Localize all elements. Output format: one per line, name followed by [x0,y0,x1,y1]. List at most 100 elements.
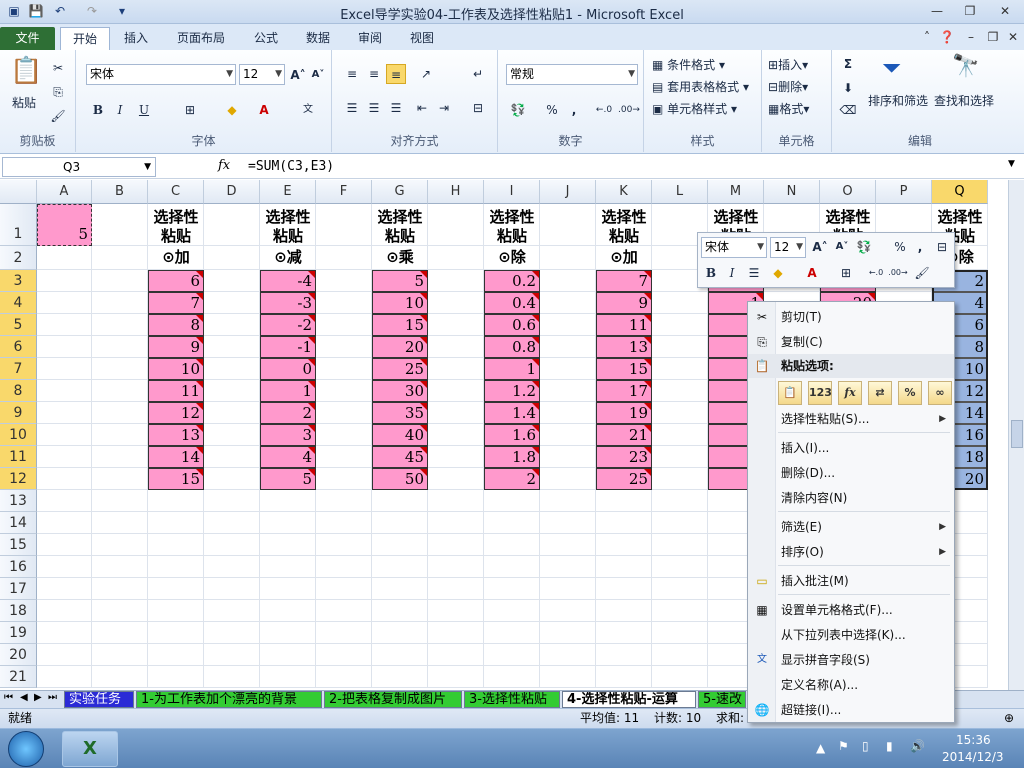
grid-cell[interactable] [37,512,92,534]
data-cell-col_k[interactable]: 25 [596,468,652,490]
grid-cell[interactable] [428,314,484,336]
grid-cell[interactable] [37,644,92,666]
grid-cell[interactable] [37,534,92,556]
grid-cell[interactable] [484,490,540,512]
column-header-d[interactable]: D [204,180,260,204]
grid-cell[interactable] [37,402,92,424]
mini-comma-button[interactable]: , [910,237,930,257]
data-cell-col_i[interactable]: 1.8 [484,446,540,468]
mini-merge-icon[interactable]: ⊟ [932,237,952,257]
grid-cell[interactable] [316,666,372,688]
data-cell-col_c[interactable]: 11 [148,380,204,402]
grid-cell[interactable] [37,666,92,688]
data-cell-col_k[interactable]: 17 [596,380,652,402]
column-header-p[interactable]: P [876,180,932,204]
row-header-17[interactable]: 17 [0,578,37,600]
grid-cell[interactable] [372,644,428,666]
grid-cell[interactable] [316,270,372,292]
data-cell-col_c[interactable]: 12 [148,402,204,424]
data-cell-col_g[interactable]: 20 [372,336,428,358]
comma-style-button[interactable]: , [564,100,584,120]
mini-italic-icon[interactable]: I [722,263,742,283]
data-cell-col_g[interactable]: 30 [372,380,428,402]
row-header-12[interactable]: 12 [0,468,37,490]
mini-format-painter-icon[interactable]: 🖌 [912,263,932,283]
grid-cell[interactable] [652,578,708,600]
row-header-1[interactable]: 1 [0,204,37,246]
italic-icon[interactable]: I [110,100,130,120]
data-cell-col_e[interactable]: 5 [260,468,316,490]
grid-cell[interactable] [372,622,428,644]
grid-cell[interactable] [540,292,596,314]
autosum-icon[interactable]: Σ [838,54,858,74]
row-header-3[interactable]: 3 [0,270,37,292]
align-center-icon[interactable]: ☰ [364,98,384,118]
paste-option-link-icon[interactable]: ∞ [928,381,952,405]
data-cell-col_k[interactable]: 21 [596,424,652,446]
first-sheet-icon[interactable]: ⏮ [4,692,13,703]
grid-cell[interactable] [316,512,372,534]
format-painter-icon[interactable]: 🖌 [48,106,68,126]
paste-option-default-icon[interactable]: 📋 [778,381,802,405]
grid-cell[interactable] [652,336,708,358]
column-header-n[interactable]: N [764,180,820,204]
grid-cell[interactable] [204,424,260,446]
format-as-table-button[interactable]: ▤ 套用表格格式 ▾ [652,78,749,95]
grid-cell[interactable] [316,446,372,468]
menu-phonetic[interactable]: 文 显示拼音字段(S) [748,648,954,672]
menu-paste-special[interactable]: 选择性粘贴(S)... ▶ [748,407,954,431]
grid-cell[interactable] [260,556,316,578]
align-right-icon[interactable]: ☰ [386,98,406,118]
grid-cell[interactable] [540,534,596,556]
align-bottom-icon[interactable]: ≡ [386,64,406,84]
flag-icon[interactable]: ⚑ [838,739,849,753]
data-cell-col_i[interactable]: 2 [484,468,540,490]
grid-cell[interactable] [260,600,316,622]
grid-cell[interactable] [148,644,204,666]
data-cell-col_e[interactable]: 2 [260,402,316,424]
row-header-10[interactable]: 10 [0,424,37,446]
tab-insert[interactable]: 插入 [114,27,158,50]
grid-cell[interactable] [37,622,92,644]
grid-cell[interactable] [540,644,596,666]
menu-define-name[interactable]: 定义名称(A)... [748,673,954,697]
grid-cell[interactable] [596,512,652,534]
cell-a1[interactable]: 5 [37,204,92,246]
grid-cell[interactable] [540,446,596,468]
volume-icon[interactable]: 🔊 [910,739,925,753]
grid-cell[interactable] [204,292,260,314]
device-icon[interactable]: ▯ [862,739,869,753]
row-header-11[interactable]: 11 [0,446,37,468]
grid-cell[interactable] [316,578,372,600]
grid-cell[interactable] [204,270,260,292]
grid-cell[interactable] [652,556,708,578]
column-header-f[interactable]: F [316,180,372,204]
sheet-tab-4[interactable]: 4-选择性粘贴-运算 [562,691,696,708]
mini-increase-decimal-icon[interactable]: ←.0 [866,263,886,283]
data-cell-col_e[interactable]: 1 [260,380,316,402]
grid-cell[interactable] [428,534,484,556]
menu-format-cells[interactable]: ▦ 设置单元格格式(F)... [748,598,954,622]
next-sheet-icon[interactable]: ▶ [34,692,42,703]
data-cell-col_i[interactable]: 1.2 [484,380,540,402]
grid-cell[interactable] [37,246,92,270]
grid-cell[interactable] [428,490,484,512]
grid-cell[interactable] [316,424,372,446]
grid-cell[interactable] [204,246,260,270]
row-header-15[interactable]: 15 [0,534,37,556]
sort-filter-icon[interactable]: ⏷ [882,54,901,82]
grid-cell[interactable] [204,600,260,622]
data-cell-col_e[interactable]: 3 [260,424,316,446]
grid-cell[interactable] [148,600,204,622]
data-cell-col_i[interactable]: 0.6 [484,314,540,336]
grid-cell[interactable] [652,622,708,644]
column-header-e[interactable]: E [260,180,316,204]
network-icon[interactable]: ▮ [886,739,893,753]
data-cell-col_k[interactable]: 9 [596,292,652,314]
grid-cell[interactable] [92,512,148,534]
grid-cell[interactable] [652,380,708,402]
data-cell-col_c[interactable]: 10 [148,358,204,380]
grid-cell[interactable] [316,622,372,644]
column-header-l[interactable]: L [652,180,708,204]
grid-cell[interactable] [204,468,260,490]
